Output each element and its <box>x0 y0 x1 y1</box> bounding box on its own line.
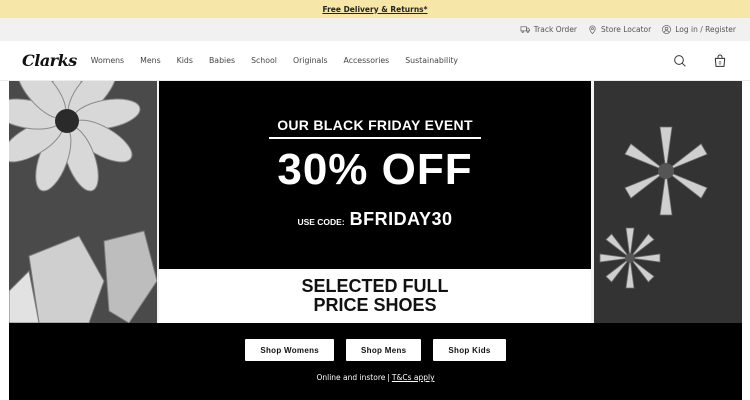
nav-mens[interactable]: Mens <box>140 56 161 65</box>
shop-mens-button[interactable]: Shop Mens <box>346 339 422 361</box>
promo-code-row: USE CODE: BFRIDAY30 <box>159 209 591 230</box>
shoe-artwork-left <box>9 81 157 323</box>
utility-bar: Track Order Store Locator Log in / Regis… <box>0 18 750 41</box>
search-icon[interactable] <box>672 53 688 69</box>
map-pin-icon <box>589 25 596 35</box>
event-title: OUR BLACK FRIDAY EVENT <box>277 117 473 133</box>
cta-band: Shop Womens Shop Mens Shop Kids Online a… <box>9 323 742 400</box>
shoe-artwork-right <box>594 81 742 323</box>
nav-sustainability[interactable]: Sustainability <box>405 56 458 65</box>
free-delivery-link[interactable]: Free Delivery & Returns* <box>322 5 427 14</box>
selected-shoes-panel: SELECTED FULL PRICE SHOES <box>159 269 591 323</box>
track-order-link[interactable]: Track Order <box>520 24 577 35</box>
category-nav: Womens Mens Kids Babies School Originals… <box>91 56 458 65</box>
shopping-bag-icon[interactable]: 0 <box>712 53 728 69</box>
nav-accessories[interactable]: Accessories <box>344 56 390 65</box>
shoe-star-image-right <box>594 81 742 323</box>
truck-icon <box>520 26 530 33</box>
main-navigation: Clarks Womens Mens Kids Babies School Or… <box>0 41 750 81</box>
login-label: Log in / Register <box>675 25 736 34</box>
nav-school[interactable]: School <box>251 56 277 65</box>
svg-text:0: 0 <box>719 60 722 66</box>
shop-womens-button[interactable]: Shop Womens <box>245 339 335 361</box>
discount-headline: 30% OFF <box>277 145 473 194</box>
nav-womens[interactable]: Womens <box>91 56 124 65</box>
track-order-label: Track Order <box>533 25 578 34</box>
shop-kids-button[interactable]: Shop Kids <box>433 339 506 361</box>
clarks-logo[interactable]: Clarks <box>22 51 77 70</box>
cta-buttons: Shop Womens Shop Mens Shop Kids <box>9 339 742 361</box>
black-friday-panel: OUR BLACK FRIDAY EVENT 30% OFF USE CODE:… <box>159 81 591 269</box>
nav-originals[interactable]: Originals <box>293 56 328 65</box>
selected-line-2: PRICE SHOES <box>313 295 437 315</box>
selected-line-1: SELECTED FULL <box>301 276 449 296</box>
nav-actions: 0 <box>672 53 728 69</box>
nav-babies[interactable]: Babies <box>209 56 235 65</box>
user-icon <box>662 25 672 34</box>
nav-kids[interactable]: Kids <box>177 56 193 65</box>
promo-code: BFRIDAY30 <box>349 209 453 229</box>
title-underline <box>269 137 481 139</box>
code-label: USE CODE: <box>297 217 345 227</box>
shoe-flower-image-left <box>9 81 157 323</box>
store-locator-label: Store Locator <box>601 25 652 34</box>
promo-banner: Free Delivery & Returns* <box>0 0 750 18</box>
separator: | <box>387 373 390 382</box>
store-locator-link[interactable]: Store Locator <box>587 24 651 35</box>
hero-banner[interactable]: OUR BLACK FRIDAY EVENT 30% OFF USE CODE:… <box>9 81 742 323</box>
availability-note: Online and instore | T&Cs apply <box>9 373 742 382</box>
availability-text: Online and instore <box>316 373 386 382</box>
tcs-link[interactable]: T&Cs apply <box>392 373 435 382</box>
login-register-link[interactable]: Log in / Register <box>661 24 736 35</box>
